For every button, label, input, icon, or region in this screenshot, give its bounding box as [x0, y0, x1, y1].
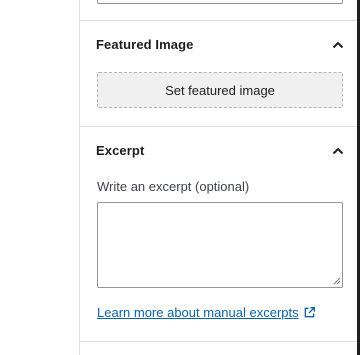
- excerpt-textarea[interactable]: [97, 202, 343, 288]
- editor-screen: Featured Image Set featured image Excerp…: [0, 0, 360, 355]
- featured-image-toggle-icon: [332, 41, 344, 49]
- editor-canvas-edge: [0, 0, 79, 355]
- excerpt-toggle-icon: [332, 147, 344, 155]
- panel-divider: [80, 126, 357, 127]
- chevron-up-icon[interactable]: [331, 146, 345, 156]
- excerpt-panel-title[interactable]: Excerpt: [96, 143, 144, 158]
- set-featured-image-button[interactable]: Set featured image: [97, 72, 343, 108]
- learn-more-excerpts-link[interactable]: Learn more about manual excerpts: [97, 305, 316, 320]
- panel-divider: [80, 341, 357, 342]
- resize-handle-icon[interactable]: [333, 277, 341, 285]
- external-link-icon: [304, 307, 315, 318]
- learn-more-link-text[interactable]: Learn more about manual excerpts: [97, 305, 299, 320]
- previous-panel-field[interactable]: [97, 0, 343, 4]
- featured-image-panel-title[interactable]: Featured Image: [96, 37, 193, 52]
- settings-sidebar: Featured Image Set featured image Excerp…: [79, 0, 357, 355]
- panel-divider: [80, 20, 357, 21]
- chevron-up-icon[interactable]: [331, 40, 345, 50]
- excerpt-field-label: Write an excerpt (optional): [97, 179, 250, 194]
